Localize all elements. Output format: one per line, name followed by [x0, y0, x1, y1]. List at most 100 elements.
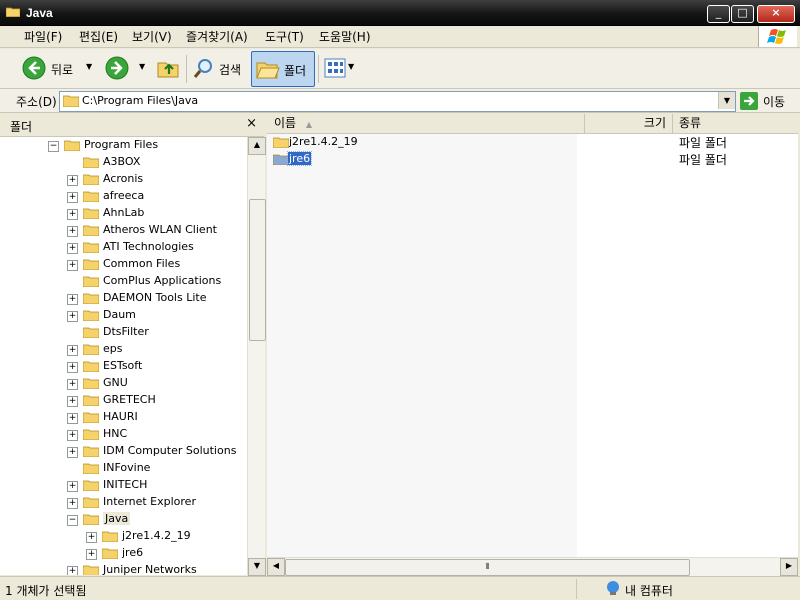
expand-icon[interactable]: +	[67, 447, 78, 458]
expand-icon[interactable]: +	[67, 209, 78, 220]
address-label: 주소(D)	[16, 95, 57, 109]
scroll-right-icon[interactable]: ▶	[780, 558, 798, 576]
menu-edit[interactable]: 편집(E)	[79, 28, 118, 45]
windows-logo-icon	[758, 26, 797, 47]
folder-icon	[63, 95, 79, 107]
tree-item[interactable]: + IDM Computer Solutions	[0, 443, 246, 460]
tree-item[interactable]: + GNU	[0, 375, 246, 392]
toolbar-separator	[318, 55, 319, 83]
folder-icon	[83, 361, 99, 372]
tree-item[interactable]: + eps	[0, 341, 246, 358]
column-header-size[interactable]: 크기	[578, 114, 673, 133]
tree-item[interactable]: + Internet Explorer	[0, 494, 246, 511]
menu-file[interactable]: 파일(F)	[24, 28, 62, 45]
expand-icon[interactable]: +	[67, 413, 78, 424]
folder-pane-close-icon[interactable]: ×	[246, 116, 257, 131]
expand-icon[interactable]: +	[67, 396, 78, 407]
list-item[interactable]: jre6 파일 폴더	[267, 151, 798, 168]
menu-tools[interactable]: 도구(T)	[265, 28, 304, 45]
address-input[interactable]: C:\Program Files\Java ▼	[59, 91, 736, 112]
expand-icon[interactable]: +	[67, 362, 78, 373]
expand-icon[interactable]: +	[86, 549, 97, 560]
scroll-down-icon[interactable]: ▼	[248, 558, 266, 576]
minimize-button[interactable]: _	[707, 5, 730, 23]
folder-tree-scrollbar[interactable]: ▲ ▼	[247, 137, 266, 576]
tree-item[interactable]: + HNC	[0, 426, 246, 443]
tree-item[interactable]: + DAEMON Tools Lite	[0, 290, 246, 307]
tree-item[interactable]: + Atheros WLAN Client	[0, 222, 246, 239]
forward-dropdown-icon[interactable]: ▼	[139, 62, 145, 71]
tree-item[interactable]: + Juniper Networks	[0, 562, 246, 575]
folder-icon	[83, 174, 99, 185]
go-button[interactable]: 이동	[763, 93, 785, 110]
file-list-scrollbar[interactable]: ◀ ⦀ ▶	[267, 557, 798, 576]
search-button[interactable]: 검색	[219, 61, 241, 78]
tree-item[interactable]: ComPlus Applications	[0, 273, 246, 290]
menu-favorites[interactable]: 즐겨찾기(A)	[186, 28, 248, 45]
scroll-left-icon[interactable]: ◀	[267, 558, 285, 576]
expand-icon[interactable]: +	[67, 243, 78, 254]
expand-icon[interactable]: +	[86, 532, 97, 543]
views-icon[interactable]	[324, 58, 346, 78]
folder-pane: 폴더 × − Program Files A3BOX + Acronis + afreeca…	[0, 114, 266, 576]
tree-item[interactable]: + ESTsoft	[0, 358, 246, 375]
expand-icon[interactable]: +	[67, 498, 78, 509]
expand-icon[interactable]: +	[67, 430, 78, 441]
title-bar[interactable]: Java _ □ ×	[0, 0, 800, 26]
folder-icon	[83, 565, 99, 575]
forward-arrow-icon[interactable]	[105, 56, 129, 80]
tree-item[interactable]: + j2re1.4.2_19	[0, 528, 246, 545]
list-item[interactable]: j2re1.4.2_19 파일 폴더	[267, 134, 798, 151]
expand-icon[interactable]: +	[67, 481, 78, 492]
tree-item[interactable]: DtsFilter	[0, 324, 246, 341]
back-arrow-icon[interactable]	[22, 56, 46, 80]
tree-item[interactable]: + ATI Technologies	[0, 239, 246, 256]
tree-item[interactable]: + Common Files	[0, 256, 246, 273]
folder-icon	[83, 412, 99, 423]
expand-icon[interactable]: +	[67, 345, 78, 356]
menu-help[interactable]: 도움말(H)	[319, 28, 371, 45]
tree-item-label: DtsFilter	[103, 325, 149, 338]
expand-icon[interactable]: +	[67, 175, 78, 186]
address-dropdown-icon[interactable]: ▼	[718, 92, 735, 109]
tree-item[interactable]: + Daum	[0, 307, 246, 324]
views-dropdown-icon[interactable]: ▼	[348, 62, 354, 71]
search-icon[interactable]	[192, 56, 216, 80]
tree-item[interactable]: + Acronis	[0, 171, 246, 188]
column-header-type[interactable]: 종류	[674, 114, 800, 133]
back-button[interactable]: 뒤로	[51, 61, 73, 78]
scroll-up-icon[interactable]: ▲	[248, 137, 266, 155]
tree-item[interactable]: + jre6	[0, 545, 246, 562]
close-button[interactable]: ×	[757, 5, 795, 23]
scrollbar-thumb[interactable]	[249, 199, 266, 341]
tree-item[interactable]: + GRETECH	[0, 392, 246, 409]
expand-icon[interactable]: +	[67, 566, 78, 575]
folders-button[interactable]: 폴더	[251, 51, 315, 87]
expand-icon[interactable]: +	[67, 311, 78, 322]
tree-item[interactable]: A3BOX	[0, 154, 246, 171]
tree-item-label: DAEMON Tools Lite	[103, 291, 207, 304]
up-folder-icon[interactable]	[156, 56, 180, 80]
collapse-icon[interactable]: −	[48, 141, 59, 152]
tree-item[interactable]: INFovine	[0, 460, 246, 477]
back-dropdown-icon[interactable]: ▼	[86, 62, 92, 71]
expand-icon[interactable]: +	[67, 226, 78, 237]
scrollbar-thumb[interactable]: ⦀	[285, 559, 690, 576]
tree-item[interactable]: + AhnLab	[0, 205, 246, 222]
tree-item[interactable]: − Program Files	[0, 137, 246, 154]
tree-item[interactable]: + HAURI	[0, 409, 246, 426]
go-arrow-icon[interactable]	[740, 92, 758, 110]
tree-item[interactable]: − Java	[0, 511, 246, 528]
tree-item[interactable]: + afreeca	[0, 188, 246, 205]
column-header-name[interactable]: 이름 ▲	[267, 114, 585, 133]
expand-icon[interactable]: +	[67, 260, 78, 271]
tree-item-label: INITECH	[103, 478, 148, 491]
menu-view[interactable]: 보기(V)	[132, 28, 172, 45]
folder-icon	[83, 327, 99, 338]
expand-icon[interactable]: +	[67, 192, 78, 203]
maximize-button[interactable]: □	[731, 5, 754, 23]
tree-item[interactable]: + INITECH	[0, 477, 246, 494]
expand-icon[interactable]: +	[67, 294, 78, 305]
expand-icon[interactable]: +	[67, 379, 78, 390]
collapse-icon[interactable]: −	[67, 515, 78, 526]
